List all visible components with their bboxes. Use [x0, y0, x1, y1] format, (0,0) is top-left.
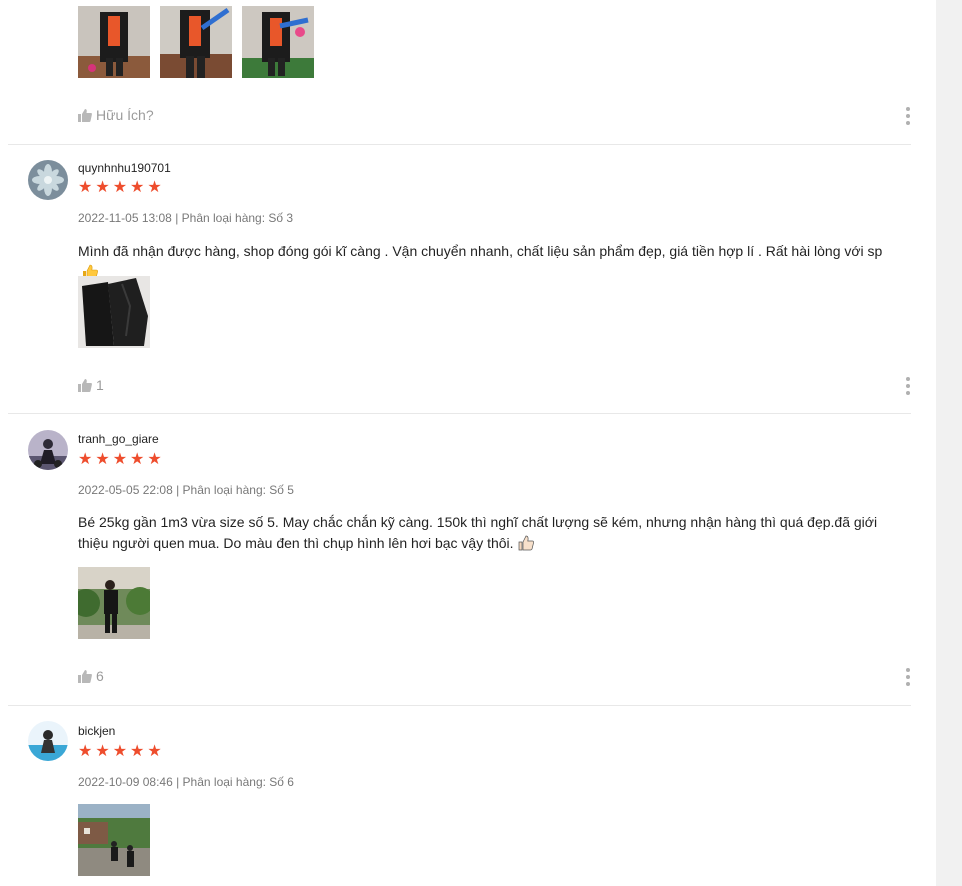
avatar[interactable] [28, 721, 68, 761]
more-vertical-icon [906, 668, 910, 672]
star-icon: ★ [95, 743, 110, 760]
thumbs-up-icon [78, 108, 92, 122]
review-variation: Phân loại hàng: Số 5 [182, 483, 294, 497]
review-meta: 2022-11-05 13:08 | Phân loại hàng: Số 3 [78, 211, 293, 225]
thumbs-up-emoji [518, 535, 534, 551]
helpful-button[interactable]: 6 [78, 668, 104, 684]
review-media-list [78, 276, 150, 348]
more-options-button[interactable] [900, 106, 916, 126]
star-icon: ★ [78, 179, 93, 196]
like-count: 1 [96, 377, 104, 393]
review-username[interactable]: bickjen [78, 724, 115, 738]
star-icon: ★ [112, 743, 128, 760]
star-icon: ★ [147, 179, 162, 196]
avatar[interactable] [28, 430, 68, 470]
star-icon: ★ [147, 743, 162, 760]
review-photo[interactable] [78, 276, 150, 348]
rating-stars: ★ ★ ★ ★ ★ [78, 744, 162, 760]
review-photo[interactable] [78, 567, 150, 639]
review-photo[interactable] [78, 6, 150, 78]
star-icon: ★ [95, 179, 110, 196]
review-meta: 2022-10-09 08:46 | Phân loại hàng: Số 6 [78, 775, 294, 789]
like-count: 6 [96, 668, 104, 684]
review-comment-text: Bé 25kg gần 1m3 vừa size số 5. May chắc … [78, 514, 878, 551]
review-photo[interactable] [160, 6, 232, 78]
rating-stars: ★ ★ ★ ★ ★ [78, 452, 162, 468]
star-icon: ★ [130, 451, 145, 468]
review-media-list [78, 6, 314, 78]
review-username[interactable]: quynhnhu190701 [78, 161, 171, 175]
review-divider [8, 413, 911, 414]
star-icon: ★ [112, 179, 128, 196]
review-date: 2022-11-05 13:08 [78, 211, 172, 225]
more-options-button[interactable] [900, 376, 916, 396]
helpful-button[interactable]: 1 [78, 377, 104, 393]
helpful-button[interactable]: Hữu Ích? [78, 107, 154, 123]
review-variation: Phân loại hàng: Số 3 [181, 211, 294, 225]
star-icon: ★ [112, 451, 128, 468]
rating-stars: ★ ★ ★ ★ ★ [78, 180, 162, 196]
thumbs-up-icon [78, 669, 92, 683]
review-photo[interactable] [78, 804, 150, 876]
review-date: 2022-10-09 08:46 [78, 775, 173, 789]
review-photo[interactable] [242, 6, 314, 78]
star-icon: ★ [78, 451, 93, 468]
meta-separator: | [171, 211, 182, 225]
more-options-button[interactable] [900, 667, 916, 687]
star-icon: ★ [95, 451, 110, 468]
review-media-list [78, 804, 150, 876]
helpful-label: Hữu Ích? [96, 107, 154, 123]
star-icon: ★ [147, 451, 162, 468]
review-comment: Bé 25kg gần 1m3 vừa size số 5. May chắc … [78, 512, 898, 554]
star-icon: ★ [130, 743, 145, 760]
thumbs-up-icon [78, 378, 92, 392]
meta-separator: | [172, 483, 183, 497]
meta-separator: | [172, 775, 183, 789]
star-icon: ★ [78, 743, 93, 760]
review-comment: Mình đã nhận được hàng, shop đóng gói kĩ… [78, 241, 898, 283]
review-username[interactable]: tranh_go_giare [78, 432, 159, 446]
review-date: 2022-05-05 22:08 [78, 483, 173, 497]
review-divider [8, 705, 911, 706]
star-icon: ★ [130, 179, 145, 196]
review-variation: Phân loại hàng: Số 6 [182, 775, 294, 789]
review-media-list [78, 567, 150, 639]
avatar[interactable] [28, 160, 68, 200]
more-vertical-icon [906, 377, 910, 381]
review-comment-text: Mình đã nhận được hàng, shop đóng gói kĩ… [78, 243, 883, 259]
more-vertical-icon [906, 107, 910, 111]
review-meta: 2022-05-05 22:08 | Phân loại hàng: Số 5 [78, 483, 294, 497]
review-divider [8, 144, 911, 145]
page-scrollbar[interactable] [936, 0, 962, 886]
